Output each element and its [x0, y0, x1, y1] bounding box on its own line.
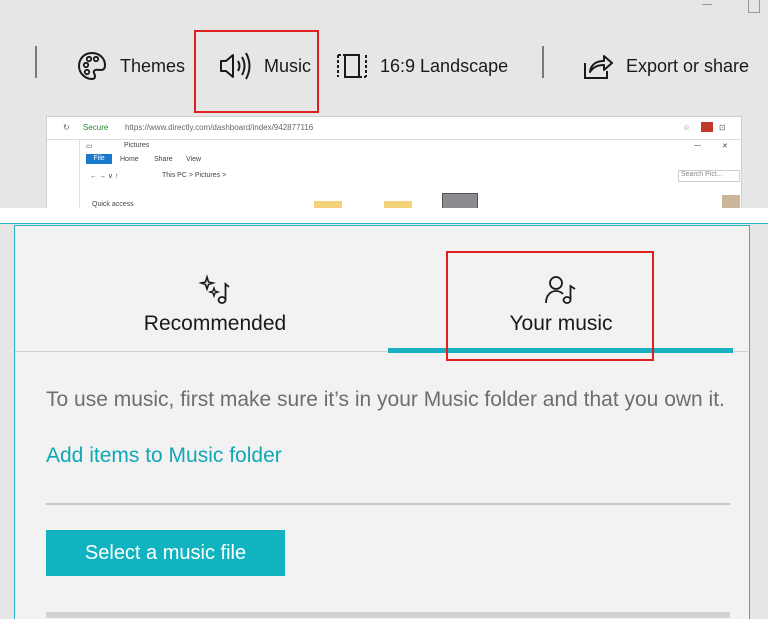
your-music-highlight-box — [446, 251, 654, 361]
extension-icon: ⊡ — [719, 123, 726, 132]
ribbon-tab-share: Share — [154, 156, 173, 163]
window-controls — [660, 0, 768, 14]
aspect-ratio-label: 16:9 Landscape — [380, 55, 509, 76]
browser-address-bar: ↻ Secure https://www.directly.com/dashbo… — [47, 117, 741, 140]
toolbar: Themes Music 16:9 Landscape Export or sh… — [0, 0, 768, 113]
sparkle-music-icon — [199, 274, 230, 304]
ribbon-tab-view: View — [186, 156, 202, 163]
explorer-title: Pictures — [124, 142, 150, 149]
minimize-icon: — — [694, 142, 701, 149]
secure-label: Secure — [83, 123, 109, 132]
tab-recommended-label: Recommended — [143, 312, 287, 335]
music-highlight-box — [194, 30, 319, 113]
panel-header-strip — [0, 208, 768, 224]
themes-label: Themes — [120, 55, 186, 76]
folder-icon: ▭ — [86, 143, 93, 150]
url-text: https://www.directly.com/dashboard/index… — [125, 123, 314, 132]
select-music-file-button[interactable]: Select a music file — [46, 530, 285, 576]
reload-icon: ↻ — [63, 123, 70, 132]
themes-button[interactable]: Themes — [76, 46, 185, 86]
star-icon: ☆ — [683, 123, 691, 132]
close-icon: ✕ — [722, 143, 728, 150]
aspect-ratio-button[interactable]: 16:9 Landscape — [336, 46, 508, 86]
video-preview: ↻ Secure https://www.directly.com/dashbo… — [46, 116, 742, 213]
file-explorer: ▭ Pictures — ✕ File Home Share View ← → … — [79, 139, 740, 212]
extension-icon — [701, 122, 713, 132]
divider — [46, 503, 730, 505]
tab-recommended[interactable]: Recommended — [90, 226, 340, 356]
scroll-content-edge — [46, 612, 730, 618]
nav-arrows-icon: ← → ∨ ↑ — [90, 173, 119, 180]
toolbar-separator — [542, 46, 544, 78]
share-icon — [584, 55, 613, 79]
toolbar-separator — [35, 46, 37, 78]
explorer-path: This PC > Pictures > — [162, 172, 227, 179]
export-share-button[interactable]: Export or share — [582, 46, 749, 86]
explorer-search: Search Pict... — [678, 170, 740, 182]
quick-access: Quick access — [92, 201, 134, 208]
palette-icon — [77, 51, 107, 81]
ribbon-tab-file: File — [86, 154, 112, 164]
add-items-link[interactable]: Add items to Music folder — [46, 444, 282, 468]
music-info-text: To use music, first make sure it’s in yo… — [46, 388, 725, 411]
export-share-label: Export or share — [626, 55, 750, 76]
aspect-ratio-icon — [337, 54, 367, 78]
ribbon-tab-home: Home — [120, 156, 139, 163]
